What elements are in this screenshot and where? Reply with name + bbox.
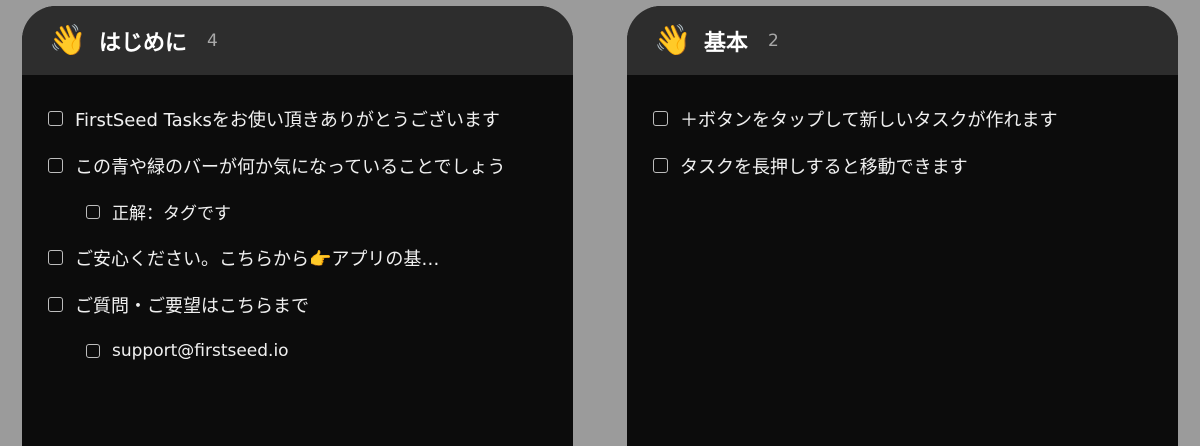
checkbox[interactable] [653, 158, 668, 173]
column-card-hajimeni: 👋 はじめに 4 FirstSeed Tasksをお使い頂きありがとうございます… [22, 6, 573, 446]
task-list: ＋ボタンをタップして新しいタスクが作れます タスクを長押しすると移動できます [627, 75, 1178, 189]
task-item[interactable]: ＋ボタンをタップして新しいタスクが作れます [627, 95, 1178, 142]
task-list: FirstSeed Tasksをお使い頂きありがとうございます この青や緑のバー… [22, 75, 573, 373]
task-item[interactable]: FirstSeed Tasksをお使い頂きありがとうございます [22, 95, 573, 142]
checkbox[interactable] [48, 111, 63, 126]
checkbox[interactable] [653, 111, 668, 126]
task-item[interactable]: ご質問・ご要望はこちらまで [22, 281, 573, 328]
task-item[interactable]: ご安心ください。こちらから👉アプリの基… [22, 234, 573, 281]
column-title: はじめに [99, 30, 188, 56]
task-count: 4 [207, 30, 218, 51]
task-text: 正解：タグです [112, 204, 231, 224]
task-text: この青や緑のバーが何か気になっていることでしょう [75, 156, 506, 178]
column-title: 基本 [704, 30, 749, 56]
subtask-item[interactable]: support@firstseed.io [22, 328, 573, 373]
task-item[interactable]: この青や緑のバーが何か気になっていることでしょう [22, 142, 573, 189]
task-text: ご安心ください。こちらから👉アプリの基… [75, 248, 440, 270]
column-card-kihon: 👋 基本 2 ＋ボタンをタップして新しいタスクが作れます タスクを長押しすると移… [627, 6, 1178, 446]
task-text: ご質問・ご要望はこちらまで [75, 295, 309, 317]
task-count: 2 [768, 30, 779, 51]
task-text: タスクを長押しすると移動できます [680, 156, 968, 178]
task-item[interactable]: タスクを長押しすると移動できます [627, 142, 1178, 189]
checkbox[interactable] [48, 297, 63, 312]
subtask-item[interactable]: 正解：タグです [22, 189, 573, 234]
checkbox[interactable] [86, 343, 100, 358]
task-text: ＋ボタンをタップして新しいタスクが作れます [680, 109, 1058, 131]
column-header[interactable]: 👋 基本 2 [627, 6, 1178, 75]
checkbox[interactable] [48, 250, 63, 265]
checkbox[interactable] [86, 204, 100, 219]
checkbox[interactable] [48, 158, 63, 173]
task-text: support@firstseed.io [112, 340, 289, 361]
task-text: FirstSeed Tasksをお使い頂きありがとうございます [75, 109, 500, 131]
waving-hand-icon: 👋 [654, 22, 692, 58]
column-header[interactable]: 👋 はじめに 4 [22, 6, 573, 75]
waving-hand-icon: 👋 [49, 22, 87, 58]
